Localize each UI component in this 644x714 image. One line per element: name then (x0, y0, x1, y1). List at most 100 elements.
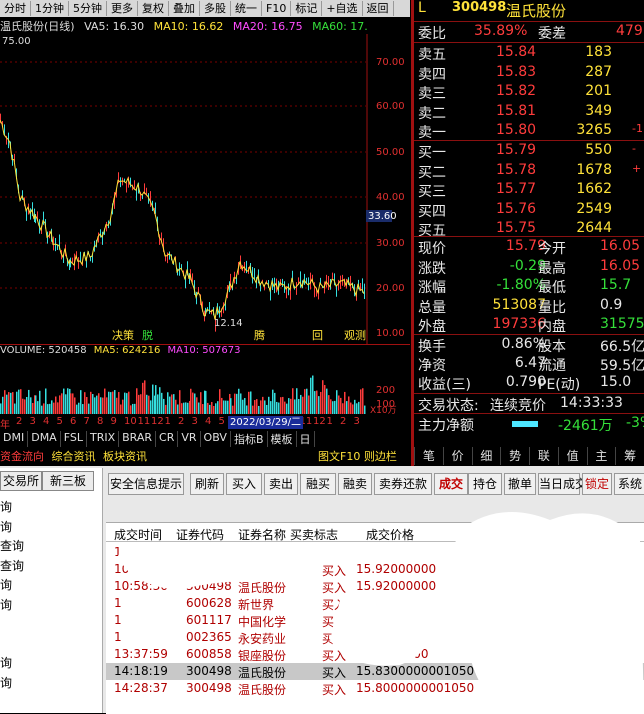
obscured-overlay (453, 512, 644, 713)
toolbar-item[interactable]: 5分钟 (69, 1, 107, 16)
indicator-tab[interactable]: FSL (61, 431, 87, 447)
volume-bar (70, 393, 72, 414)
quote-tab[interactable]: 主 (586, 447, 616, 465)
nav-item[interactable]: 询 (0, 498, 12, 515)
trade-button[interactable]: 融买 (300, 473, 336, 495)
trade-button[interactable]: 撤单 (504, 473, 536, 495)
toolbar-item[interactable]: 返回 (363, 1, 394, 16)
volume-bar (338, 395, 340, 414)
book-label: 卖四 (418, 66, 446, 83)
toolbar-item[interactable]: 叠加 (169, 1, 200, 16)
event-marker[interactable]: 脱 (142, 327, 153, 343)
nav-item[interactable]: 查询 (0, 537, 24, 554)
quote-tab[interactable]: 筹 (615, 447, 644, 465)
quote-tab[interactable]: 细 (471, 447, 501, 465)
tab-news[interactable]: 综合资讯 (52, 450, 96, 463)
trade-button[interactable]: 融卖 (338, 473, 372, 495)
toolbar-item[interactable]: 标记 (291, 1, 323, 16)
tab-exchange[interactable]: 交易所 (0, 471, 42, 491)
toolbar-item[interactable]: 1分钟 (31, 1, 69, 16)
quote-tab[interactable]: 笔 (414, 447, 443, 465)
volume-bar (132, 403, 134, 414)
indicator-tab[interactable]: CR (156, 431, 179, 447)
tab-sector-news[interactable]: 板块资讯 (103, 450, 147, 463)
kline-chart[interactable] (0, 34, 410, 344)
trade-button[interactable]: 锁定 (582, 473, 612, 495)
indicator-tab[interactable]: 模板 (268, 431, 297, 447)
stat-label: 涨幅 (418, 280, 446, 296)
nav-item[interactable]: 询 (0, 518, 12, 535)
volume-bar (55, 396, 57, 414)
event-marker[interactable]: 回 (312, 327, 323, 343)
volume-bar (358, 401, 360, 414)
column-header[interactable]: 成交价格 (366, 526, 414, 543)
nav-item[interactable]: 询 (0, 576, 12, 593)
toolbar-item[interactable]: F10 (262, 1, 292, 16)
trade-button[interactable]: 持仓 (468, 473, 502, 495)
toolbar-item[interactable]: +自选 (322, 1, 363, 16)
quote-tab[interactable]: 价 (442, 447, 472, 465)
indicator-tab[interactable]: TRIX (87, 431, 120, 447)
indicator-tab[interactable]: DMI (0, 431, 29, 447)
book-volume: 183 (585, 44, 612, 60)
trade-button[interactable]: 当日成交 (538, 473, 587, 495)
tab-neeq[interactable]: 新三板 (42, 471, 94, 491)
volume-bar (112, 391, 114, 414)
quote-tab[interactable]: 值 (557, 447, 587, 465)
volume-bar (114, 390, 116, 414)
event-marker[interactable]: 腾 (254, 327, 265, 343)
volume-bar (59, 395, 61, 414)
book-price: 15.79 (496, 142, 537, 158)
toolbar-item[interactable]: 复权 (138, 1, 169, 16)
price-tick: 50.00 (376, 147, 405, 158)
volume-chart[interactable] (0, 358, 368, 414)
volume-bar (280, 397, 282, 414)
toolbar-item[interactable]: 更多 (107, 1, 138, 16)
stat-label2: 今开 (538, 241, 566, 257)
trade-button[interactable]: 卖券还款 (374, 473, 432, 495)
stat-value: 6.47 (514, 355, 546, 371)
volume-bar (308, 395, 310, 414)
stat-value2: 66.5亿 (600, 339, 644, 355)
event-marker[interactable]: 观测 (344, 327, 366, 343)
toolbar-item[interactable]: 多股 (200, 1, 231, 16)
trade-button[interactable]: 刷新 (190, 473, 224, 495)
tab-f10-sidebar[interactable]: 图文F10 则边栏 (318, 448, 397, 464)
trade-button[interactable]: 卖出 (264, 473, 298, 495)
nav-item[interactable]: 询 (0, 596, 12, 613)
trade-button[interactable]: 系统 (614, 473, 644, 495)
month-mark: 2 (16, 416, 23, 427)
weicha-label: 委差 (538, 26, 566, 42)
indicator-tab[interactable]: 指标B (231, 431, 268, 447)
trade-left-panel: 交易所 新三板 询询查询 查询询询询询 (0, 468, 103, 713)
volume-bar (26, 396, 28, 414)
indicator-tab[interactable]: VR (178, 431, 201, 447)
event-marker[interactable]: 决策 (112, 327, 134, 343)
nav-item[interactable]: 询 (0, 674, 12, 691)
volume-bar (340, 397, 342, 414)
trade-button[interactable]: 安全信息提示 (108, 473, 184, 495)
volume-bar (155, 385, 157, 414)
cell-price: 15.80000000 (356, 681, 437, 695)
toolbar-item[interactable]: 统一 (231, 1, 262, 16)
volume-bar (65, 394, 67, 414)
toolbar-item[interactable]: 分时 (0, 1, 31, 16)
volume-bar (53, 402, 55, 414)
quote-tab[interactable]: 联 (529, 447, 558, 465)
indicator-tab[interactable]: DMA (28, 431, 61, 447)
indicator-tab[interactable]: BRAR (119, 431, 157, 447)
volume-bar (328, 395, 330, 414)
volume-ma10: MA10: 507673 (167, 345, 241, 356)
tab-fund-flow[interactable]: 资金流向 (0, 450, 44, 463)
indicator-tab[interactable]: OBV (201, 431, 231, 447)
volume-bar (217, 401, 219, 414)
volume-bar (144, 380, 146, 414)
trade-button[interactable]: 成交 (434, 473, 468, 495)
quote-tab[interactable]: 势 (500, 447, 529, 465)
nav-item[interactable]: 查询 (0, 557, 24, 574)
cell-name: 温氏股份 (238, 666, 287, 680)
nav-item[interactable]: 询 (0, 654, 12, 671)
obscured-overlay-3 (330, 596, 432, 666)
volume-bar (128, 391, 130, 414)
trade-button[interactable]: 买入 (226, 473, 262, 495)
